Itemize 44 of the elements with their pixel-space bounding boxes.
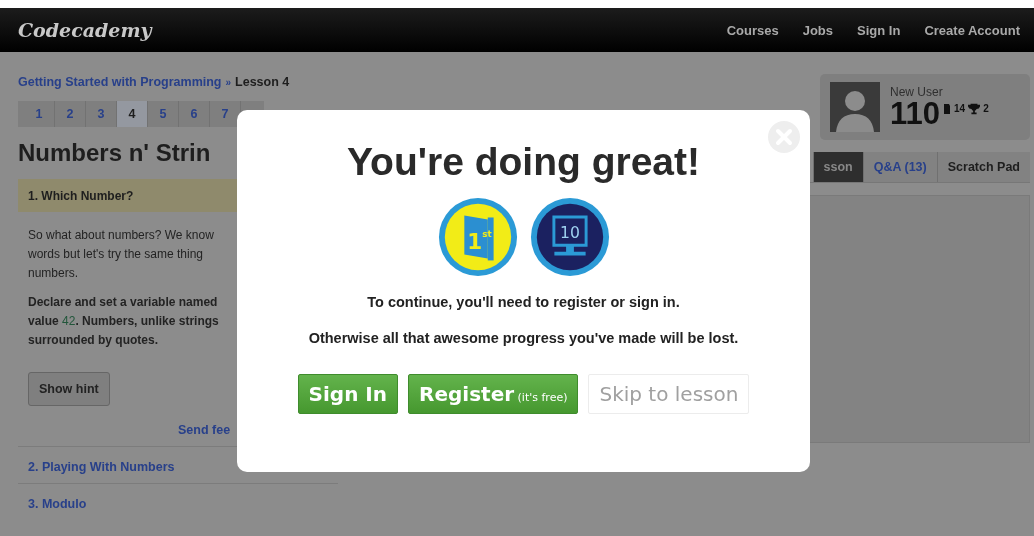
panel-tab[interactable]: Scratch Pad bbox=[936, 152, 1030, 182]
step-tab[interactable]: 5 bbox=[148, 101, 179, 127]
feedback-link[interactable]: Send fee bbox=[178, 423, 231, 437]
monitor-icon bbox=[551, 215, 588, 256]
instruction-text: words but let's try the same thing bbox=[28, 246, 205, 263]
badge-label: 10 bbox=[559, 224, 580, 242]
exercise-link[interactable]: 3. Modulo bbox=[28, 497, 87, 511]
lesson-label: Lesson 4 bbox=[235, 75, 290, 89]
course-link[interactable]: Getting Started with Programming bbox=[18, 75, 222, 89]
nav-link[interactable]: Jobs bbox=[802, 22, 834, 38]
instruction-text: value 42. Numbers, unlike strings bbox=[28, 313, 220, 330]
step-tab[interactable]: 4 bbox=[117, 101, 148, 127]
breadcrumb-separator: » bbox=[225, 77, 232, 88]
show-hint-button[interactable]: Show hint bbox=[28, 372, 110, 406]
exercise-title: 1. Which Number? bbox=[28, 188, 134, 203]
nav-link[interactable]: Create Account bbox=[924, 22, 1020, 38]
exercise-link[interactable]: 2. Playing With Numbers bbox=[28, 460, 175, 474]
action-button[interactable]: Register (it's free) bbox=[408, 374, 579, 414]
skip-button[interactable]: Skip to lesson bbox=[588, 374, 750, 414]
action-button[interactable]: Sign In bbox=[297, 374, 399, 414]
points-count: 110 bbox=[890, 99, 940, 129]
step-tab[interactable]: 1 bbox=[24, 101, 55, 127]
badge-count: 14 bbox=[954, 103, 966, 114]
modal-message: To continue, you'll need to register or sign in. bbox=[367, 294, 680, 310]
instruction-text: So what about numbers? We know bbox=[28, 227, 215, 244]
step-tab[interactable]: 2 bbox=[55, 101, 86, 127]
logo[interactable]: Codecademy bbox=[18, 19, 152, 41]
trophy-count: 2 bbox=[983, 103, 989, 114]
instruction-text: Declare and set a variable named bbox=[28, 294, 219, 311]
avatar-icon bbox=[830, 82, 880, 132]
badge-label: 1$^{st}$ bbox=[466, 228, 492, 254]
book-icon bbox=[463, 215, 494, 261]
modal-warning: Otherwise all that awesome progress you've made will be lost. bbox=[308, 330, 739, 346]
instruction-text: numbers. bbox=[28, 265, 80, 282]
badge-icon bbox=[943, 103, 951, 115]
nav-link[interactable]: Sign In bbox=[857, 22, 901, 38]
trophy-icon bbox=[968, 103, 981, 115]
nav-link[interactable]: Courses bbox=[726, 22, 779, 38]
step-tab[interactable]: 6 bbox=[179, 101, 210, 127]
panel-tab[interactable]: sson bbox=[812, 152, 863, 182]
modal-title: You're doing great! bbox=[346, 140, 701, 184]
lesson-title: Numbers n' Strin bbox=[18, 139, 212, 167]
panel-tab[interactable]: Q&A (13) bbox=[862, 152, 937, 182]
user-name: New User bbox=[890, 85, 944, 99]
